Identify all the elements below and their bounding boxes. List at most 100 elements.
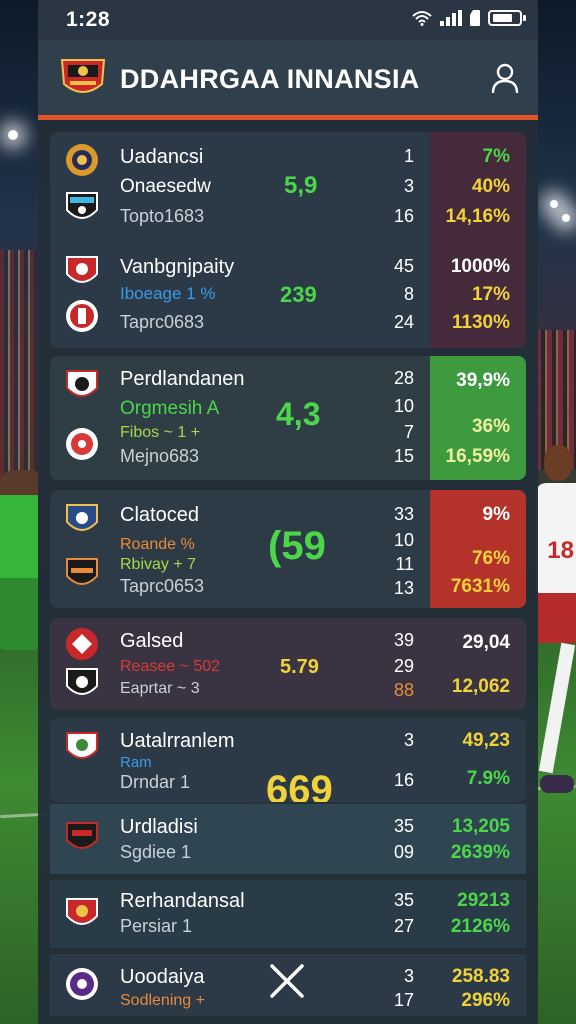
team-crest-icon <box>66 628 98 660</box>
team-name: Uatalrranlem <box>120 730 235 752</box>
team-crest-icon <box>66 822 98 849</box>
team-meta: Taprc0683 <box>120 312 205 332</box>
stat-value: 8 <box>403 284 414 304</box>
league-logo-icon <box>60 59 106 93</box>
team-meta: Reasee ~ 502 <box>120 658 221 675</box>
odds-value: 17% <box>471 284 510 305</box>
team-meta: Rbivay + 7 <box>120 556 197 573</box>
floodlight <box>562 214 570 222</box>
app-window: 1:28 DDAHRGAA INNANSIA Uadancsi Onaesedw… <box>38 0 538 1024</box>
stat-value: 27 <box>393 916 414 936</box>
stat-value: 16 <box>393 206 414 226</box>
team-crest-icon <box>66 668 98 695</box>
stat-value: 3 <box>403 966 414 986</box>
team-name: Vanbgnjpaity <box>120 256 235 278</box>
team-meta: Eaprtar ~ 3 <box>120 680 200 697</box>
team-crest-icon <box>66 898 98 925</box>
stat-value: 3 <box>403 176 414 196</box>
list-item[interactable]: Urdladisi Sgdiee 1 35 09 13,205 2639% <box>50 804 526 874</box>
odds-value: 76% <box>471 548 510 569</box>
stat-value: 10 <box>393 396 414 416</box>
stat-value: 15 <box>393 446 414 466</box>
stat-value: 24 <box>393 312 414 332</box>
status-icons <box>412 10 526 26</box>
team-crest-icon <box>66 558 98 585</box>
sim-icon <box>470 10 480 26</box>
match-card[interactable]: Uadancsi Onaesedw Topto1683 5,9 1 3 16 7… <box>50 132 526 348</box>
team-meta: Iboeage 1 % <box>120 284 216 303</box>
odds-value: 49,23 <box>462 730 510 751</box>
odds-value: 29213 <box>457 890 510 911</box>
team-crest-icon <box>66 192 98 219</box>
app-title: DDAHRGAA INNANSIA <box>120 64 420 94</box>
stat-value: 88 <box>393 680 414 700</box>
match-score: 4,3 <box>276 396 321 432</box>
odds-value: 14,16% <box>445 206 510 227</box>
team-meta: Fibos ~ 1 + <box>120 424 201 441</box>
odds-value: 39,9% <box>456 370 510 391</box>
stat-value: 29 <box>393 656 414 676</box>
odds-value: 7.9% <box>466 768 510 789</box>
signal-icon <box>440 10 462 26</box>
battery-icon <box>488 10 526 26</box>
player-right: 18 <box>536 445 576 805</box>
odds-value: 1000% <box>450 256 510 277</box>
stat-value: 3 <box>403 730 414 750</box>
odds-value: 36% <box>471 416 510 437</box>
odds-value: 7631% <box>450 576 510 597</box>
odds-value: 7% <box>482 146 510 167</box>
match-score: (59 <box>268 524 326 568</box>
team-name: Urdladisi <box>120 816 198 838</box>
stat-value: 10 <box>393 530 414 550</box>
stat-value: 16 <box>393 770 414 790</box>
stat-value: 13 <box>393 578 414 598</box>
stat-value: 11 <box>395 554 414 574</box>
crowd-left <box>0 250 40 480</box>
status-time: 1:28 <box>66 8 111 31</box>
odds-value: 9% <box>482 504 510 525</box>
match-score: 5.79 <box>280 656 319 678</box>
match-card[interactable]: Galsed Reasee ~ 502 Eaprtar ~ 3 5.79 39 … <box>50 618 526 710</box>
list-item[interactable]: Rerhandansal Persiar 1 35 27 29213 2126% <box>50 880 526 948</box>
close-icon[interactable] <box>268 962 306 1000</box>
team-meta: Mejno683 <box>120 446 200 466</box>
team-crest-icon <box>66 504 98 531</box>
app-header: DDAHRGAA INNANSIA <box>38 40 538 120</box>
team-meta: Drndar 1 <box>120 772 191 792</box>
team-name: Uadancsi <box>120 146 204 168</box>
match-card[interactable]: Perdlandanen Orgmesih A Fibos ~ 1 + Mejn… <box>50 356 526 480</box>
match-score: 5,9 <box>284 172 318 199</box>
match-card[interactable]: Clatoced Roande % Rbivay + 7 Taprc0653 (… <box>50 490 526 608</box>
odds-value: 16,59% <box>445 446 510 467</box>
odds-value: 2639% <box>450 842 510 863</box>
stat-value: 39 <box>393 630 414 650</box>
odds-value: 296% <box>461 990 510 1011</box>
stat-value: 35 <box>393 816 414 836</box>
team-crest-icon <box>66 256 98 283</box>
team-crest-icon <box>66 144 98 176</box>
odds-value: 40% <box>471 176 510 197</box>
team-meta: Topto1683 <box>120 206 205 226</box>
status-bar: 1:28 <box>38 0 538 40</box>
team-meta: Onaesedw <box>120 176 211 197</box>
player-left <box>0 470 38 650</box>
team-crest-icon <box>66 428 98 460</box>
team-crest-icon <box>66 732 98 759</box>
stat-value: 45 <box>393 256 414 276</box>
team-meta: Orgmesih A <box>120 398 220 419</box>
match-card[interactable]: Uatalrranlem Ram Drndar 1 669 3 16 49,23… <box>50 718 526 802</box>
stat-value: 7 <box>403 422 414 442</box>
stat-value: 09 <box>393 842 414 862</box>
team-meta: Ram <box>120 754 152 771</box>
header-accent-bar <box>38 115 538 120</box>
team-crest-icon <box>66 968 98 1000</box>
team-name: Clatoced <box>120 504 199 526</box>
team-meta: Sgdiee 1 <box>120 842 192 862</box>
stat-value: 1 <box>403 146 414 166</box>
team-crest-icon <box>66 300 98 332</box>
user-icon[interactable] <box>490 62 520 94</box>
stat-value: 33 <box>393 504 414 524</box>
odds-value: 1130% <box>451 312 510 333</box>
odds-value: 13,205 <box>451 816 510 837</box>
team-name: Perdlandanen <box>120 368 245 390</box>
